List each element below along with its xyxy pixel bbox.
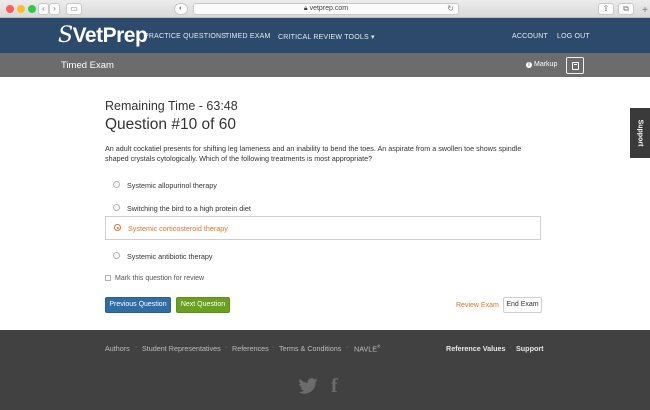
question-number: Question #10 of 60: [105, 116, 236, 133]
new-tab-button[interactable]: +: [642, 6, 648, 16]
support-tab[interactable]: Support: [630, 108, 650, 158]
twitter-icon[interactable]: [298, 378, 318, 394]
question-stem: An adult cockatiel presents for shifting…: [105, 144, 522, 163]
logo-text: VetPrep: [72, 24, 148, 47]
close-window-button[interactable]: [6, 5, 14, 13]
footer-separator: ·: [135, 344, 138, 351]
back-button[interactable]: ‹: [38, 3, 49, 15]
answer-option-label: Systemic corticosteroid therapy: [128, 224, 228, 233]
facebook-icon[interactable]: f: [331, 375, 338, 398]
minimize-window-button[interactable]: [17, 5, 25, 13]
answer-option[interactable]: Systemic allopurinol therapy: [105, 173, 541, 197]
nav-critical-review-tools[interactable]: CRITICAL REVIEW TOOLS ▾: [278, 33, 375, 41]
markup-button[interactable]: i Markup: [526, 61, 557, 68]
sidebar-icon: ▭: [70, 4, 78, 13]
end-exam-button[interactable]: End Exam: [503, 297, 542, 313]
answer-option[interactable]: Systemic antibiotic therapy: [105, 244, 541, 268]
nav-timed-exam[interactable]: TIMED EXAM: [225, 33, 271, 40]
radio-button[interactable]: [113, 204, 120, 211]
footer-link-terms[interactable]: Terms & Conditions: [279, 344, 341, 353]
radio-button-selected[interactable]: [114, 224, 121, 231]
tab-overview-button[interactable]: ⧉: [618, 3, 634, 15]
page-title: Timed Exam: [61, 60, 114, 71]
forward-icon: ›: [53, 4, 56, 13]
answer-option-selected[interactable]: Systemic corticosteroid therapy: [105, 216, 541, 240]
top-navigation: SVetPrep PRACTICE QUESTIONS TIMED EXAM C…: [0, 18, 650, 53]
zoom-window-button[interactable]: [28, 5, 36, 13]
share-icon: ⇪: [602, 4, 610, 13]
footer-separator: ·: [272, 344, 275, 351]
mark-for-review-checkbox[interactable]: [105, 275, 111, 281]
forward-button[interactable]: ›: [49, 3, 60, 15]
footer-separator: ·: [509, 344, 512, 351]
share-button[interactable]: ⇪: [598, 3, 614, 15]
calculator-icon: [572, 62, 579, 70]
footer-link-student-representatives[interactable]: Student Representatives: [142, 344, 221, 353]
navle-label: NAVLE: [354, 344, 378, 354]
back-icon: ‹: [42, 4, 45, 13]
footer-link-authors[interactable]: Authors: [105, 344, 130, 353]
answer-option-label: Systemic allopurinol therapy: [127, 181, 217, 190]
browser-toolbar: ‹ › ▭ ◐ 🔒︎ vetprep.com ↻ ⇪ ⧉ +: [0, 0, 650, 18]
info-icon: i: [526, 62, 532, 68]
nav-logout[interactable]: LOG OUT: [557, 33, 590, 40]
lock-icon: 🔒︎: [303, 5, 308, 12]
support-tab-label: Support: [636, 119, 644, 147]
footer-link-references[interactable]: References: [232, 344, 269, 353]
radio-button[interactable]: [113, 181, 120, 188]
remaining-time: Remaining Time - 63:48: [105, 99, 238, 113]
nav-practice-questions[interactable]: PRACTICE QUESTIONS: [144, 33, 226, 40]
nav-account[interactable]: ACCOUNT: [512, 33, 548, 40]
address-bar[interactable]: 🔒︎ vetprep.com ↻: [193, 3, 459, 15]
logo-mark: S: [58, 23, 73, 48]
vetprep-logo[interactable]: SVetPrep: [58, 23, 148, 48]
review-exam-link[interactable]: Review Exam: [456, 302, 499, 309]
answer-option-label: Switching the bird to a high protein die…: [127, 204, 251, 213]
privacy-report-button[interactable]: ◐: [174, 3, 188, 15]
registered-mark: ®: [377, 344, 381, 349]
tabs-icon: ⧉: [623, 4, 629, 13]
footer-link-reference-values[interactable]: Reference Values: [446, 344, 506, 353]
radio-button[interactable]: [113, 252, 120, 259]
footer-separator: ·: [346, 344, 349, 351]
shield-icon: ◐: [178, 5, 184, 12]
mark-for-review[interactable]: Mark this question for review: [105, 275, 204, 282]
answer-option-label: Systemic antibiotic therapy: [127, 252, 213, 261]
footer: Authors · Student Representatives · Refe…: [0, 330, 650, 410]
mark-for-review-label: Mark this question for review: [115, 275, 205, 282]
footer-link-navle[interactable]: NAVLE®: [354, 344, 380, 353]
url-text: vetprep.com: [309, 5, 349, 12]
reload-icon[interactable]: ↻: [447, 4, 454, 14]
footer-separator: ·: [225, 344, 228, 351]
previous-question-button[interactable]: Previous Question: [105, 297, 171, 313]
calculator-button[interactable]: [566, 57, 584, 74]
page-subheader: Timed Exam i Markup: [0, 53, 650, 77]
next-question-button[interactable]: Next Question: [176, 297, 230, 313]
footer-link-support[interactable]: Support: [516, 344, 544, 353]
sidebar-toggle-button[interactable]: ▭: [66, 3, 82, 15]
markup-label: Markup: [534, 61, 558, 68]
